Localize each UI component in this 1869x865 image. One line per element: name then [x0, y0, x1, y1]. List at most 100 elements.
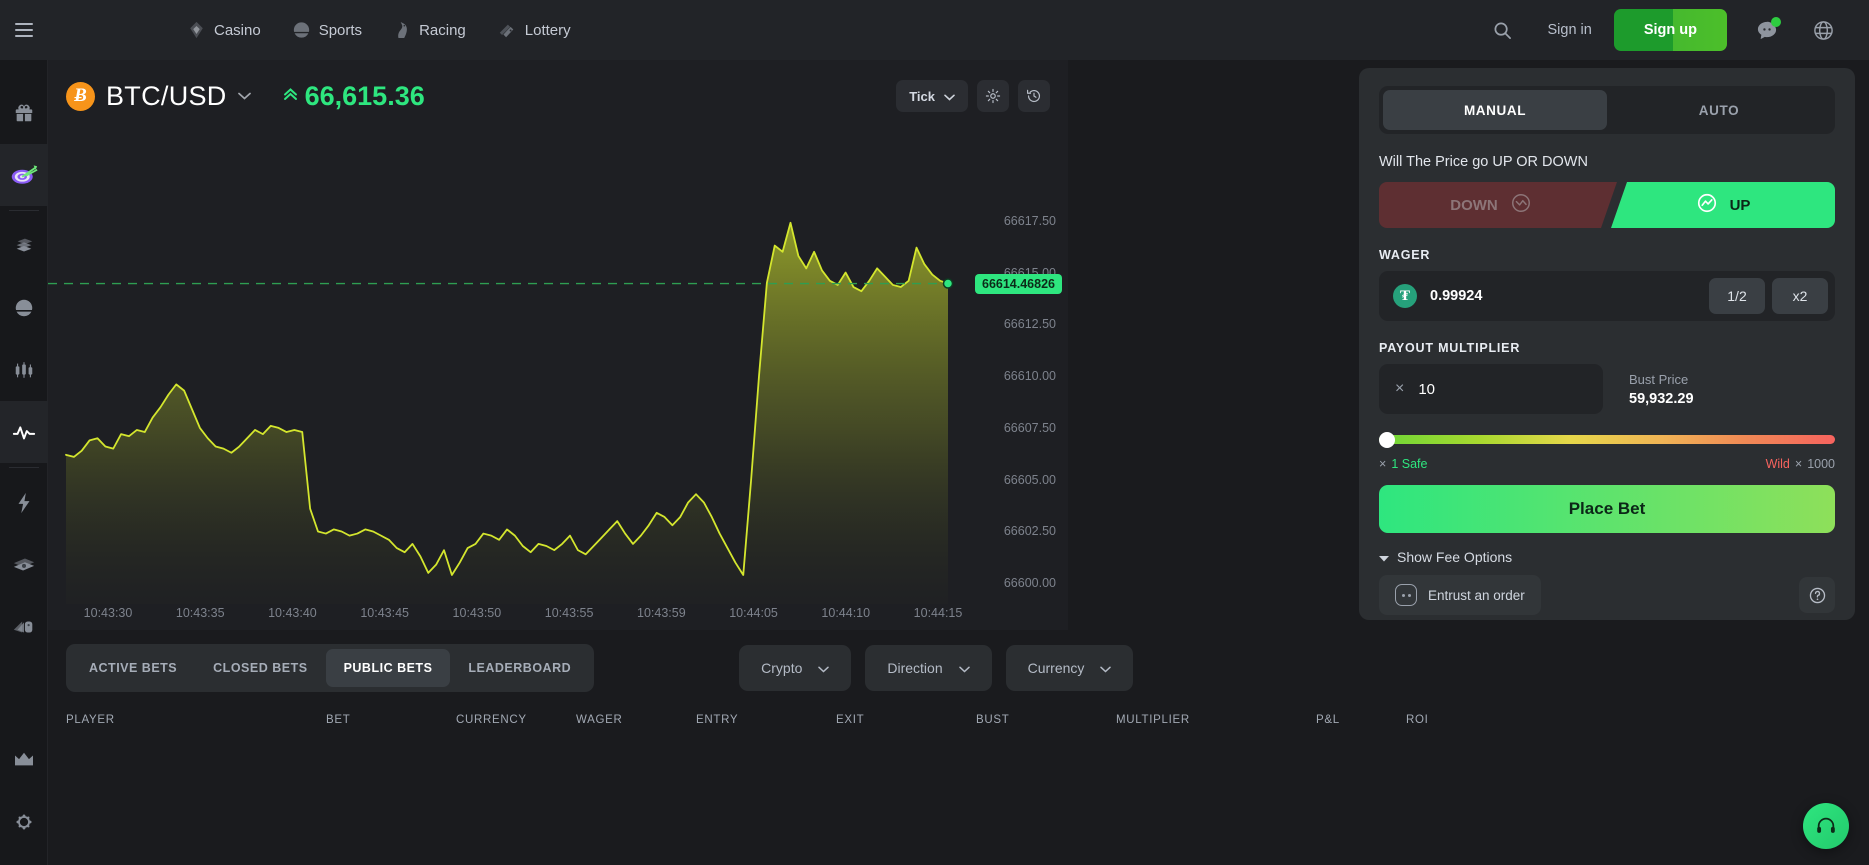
tab-leaderboard[interactable]: LEADERBOARD: [450, 649, 589, 687]
chart-history-button[interactable]: [1018, 80, 1050, 112]
headset-icon: [1817, 817, 1835, 833]
sidebar-item-fast-games[interactable]: [0, 472, 48, 534]
sidebar-item-sports[interactable]: [0, 277, 48, 339]
nav-item-casino[interactable]: Casino: [188, 21, 261, 39]
wager-value[interactable]: 0.99924: [1430, 288, 1702, 304]
chevron-down-icon: [818, 660, 830, 676]
multiplier-value[interactable]: 10: [1418, 381, 1435, 398]
sidebar-item-prediction[interactable]: [0, 144, 48, 206]
bets-tabs: ACTIVE BETS CLOSED BETS PUBLIC BETS LEAD…: [66, 644, 595, 692]
hamburger-icon: [14, 23, 33, 37]
wager-half-button[interactable]: 1/2: [1709, 278, 1765, 314]
sign-up-button[interactable]: Sign up: [1613, 9, 1727, 51]
sign-in-button[interactable]: Sign in: [1525, 22, 1613, 38]
ticket-icon: [498, 21, 516, 39]
sidebar-item-markets[interactable]: [0, 339, 48, 401]
globe-icon: [1813, 20, 1833, 40]
history-icon: [1027, 89, 1041, 102]
sidebar-item-cash[interactable]: [0, 534, 48, 596]
table-column-header[interactable]: P&L: [1316, 714, 1406, 726]
sidebar-item-tickets[interactable]: [0, 596, 48, 658]
chevron-down-icon: [1100, 660, 1112, 676]
y-axis-label: 66607.50: [1003, 420, 1056, 435]
y-axis-label: 66610.00: [1003, 369, 1056, 384]
place-bet-button[interactable]: Place Bet: [1379, 485, 1835, 533]
y-axis-label: 66617.50: [1003, 213, 1056, 228]
interval-dropdown[interactable]: Tick: [896, 80, 968, 112]
language-button[interactable]: [1799, 7, 1847, 53]
slider-labels: × 1 Safe Wild × 1000: [1379, 457, 1835, 471]
chevron-down-icon: [237, 87, 251, 105]
sidebar-item-vip[interactable]: [0, 729, 48, 791]
nav-label: Racing: [419, 21, 466, 39]
help-button[interactable]: [1799, 577, 1835, 613]
tab-active-bets[interactable]: ACTIVE BETS: [71, 649, 195, 687]
nav-label: Casino: [214, 21, 261, 39]
bust-price-value: 59,932.29: [1629, 390, 1694, 407]
sidebar-item-trading[interactable]: [0, 401, 48, 463]
down-button[interactable]: DOWN: [1379, 182, 1617, 228]
horse-icon: [394, 21, 410, 39]
slider-handle[interactable]: [1379, 432, 1395, 448]
nav-item-sports[interactable]: Sports: [293, 21, 362, 39]
x-axis-label: 10:44:10: [821, 606, 871, 620]
fee-options-label: Show Fee Options: [1397, 549, 1513, 565]
pair-selector[interactable]: Ƀ BTC/USD: [66, 81, 251, 112]
chart-settings-button[interactable]: [977, 80, 1009, 112]
table-column-header[interactable]: ENTRY: [696, 714, 836, 726]
filter-label: Crypto: [761, 660, 803, 676]
table-column-header[interactable]: EXIT: [836, 714, 976, 726]
tab-manual[interactable]: MANUAL: [1383, 90, 1607, 130]
multiplier-input[interactable]: × 10: [1379, 364, 1603, 414]
sports-icon: [15, 299, 32, 317]
hamburger-menu-button[interactable]: [0, 0, 48, 60]
nav-item-lottery[interactable]: Lottery: [498, 21, 571, 39]
sidebar-item-casino[interactable]: [0, 215, 48, 277]
entrust-label: Entrust an order: [1428, 587, 1525, 603]
search-icon: [1494, 22, 1511, 39]
sidebar-item-settings[interactable]: [0, 791, 48, 853]
caret-down-icon: [1379, 549, 1389, 565]
bets-table-header: PLAYER BET CURRENCY WAGER ENTRY EXIT BUST MULTI…: [48, 692, 1869, 726]
top-header: Casino Sports Racing Lottery Sign in Sig…: [48, 0, 1869, 60]
sidebar-item-promotions[interactable]: [0, 82, 48, 144]
table-column-header[interactable]: MULTIPLIER: [1116, 714, 1316, 726]
direction-question: Will The Price go UP OR DOWN: [1379, 154, 1588, 170]
bust-price-label: Bust Price: [1629, 371, 1689, 387]
table-column-header[interactable]: BUST: [976, 714, 1116, 726]
question-mark-icon: [1809, 587, 1825, 603]
bottom-section: ACTIVE BETS CLOSED BETS PUBLIC BETS LEAD…: [48, 630, 1869, 865]
table-column-header[interactable]: ROI: [1406, 714, 1496, 726]
entrust-order-button[interactable]: Entrust an order: [1379, 575, 1541, 615]
filter-currency[interactable]: Currency: [1005, 645, 1134, 691]
table-column-header[interactable]: CURRENCY: [456, 714, 576, 726]
payout-multiplier-label: PAYOUT MULTIPLIER: [1379, 341, 1521, 355]
support-button[interactable]: [1803, 803, 1849, 849]
tab-auto[interactable]: AUTO: [1607, 90, 1831, 130]
tab-closed-bets[interactable]: CLOSED BETS: [195, 649, 325, 687]
x-axis-label: 10:43:59: [636, 606, 686, 620]
bet-panel: MANUAL AUTO Will The Price go UP OR DOWN…: [1359, 68, 1855, 620]
tab-public-bets[interactable]: PUBLIC BETS: [325, 649, 451, 687]
nav-item-racing[interactable]: Racing: [394, 21, 466, 39]
entrust-row: Entrust an order: [1379, 575, 1835, 615]
price-chart[interactable]: 10:43:30 10:43:35 10:43:40 10:43:45 10:43:50…: [48, 132, 1068, 630]
show-fee-options[interactable]: Show Fee Options: [1379, 549, 1835, 565]
x-axis-label: 10:43:35: [175, 606, 225, 620]
header-actions: Sign in Sign up: [1479, 7, 1869, 53]
filter-crypto[interactable]: Crypto: [739, 645, 852, 691]
x-axis-label: 10:43:50: [452, 606, 502, 620]
chart-controls: Tick: [896, 80, 1050, 112]
table-column-header[interactable]: PLAYER: [66, 714, 326, 726]
search-button[interactable]: [1479, 7, 1525, 53]
wager-double-button[interactable]: x2: [1772, 278, 1828, 314]
x-axis-label: 10:43:40: [268, 606, 317, 620]
table-column-header[interactable]: BET: [326, 714, 456, 726]
x-axis-label: 10:43:30: [83, 606, 133, 620]
table-column-header[interactable]: WAGER: [576, 714, 696, 726]
filter-direction[interactable]: Direction: [865, 645, 992, 691]
wager-input-group[interactable]: ₮ 0.99924 1/2 x2: [1379, 271, 1835, 321]
chat-button[interactable]: [1743, 7, 1791, 53]
up-button[interactable]: UP: [1611, 182, 1835, 228]
multiplier-slider[interactable]: [1379, 432, 1835, 448]
